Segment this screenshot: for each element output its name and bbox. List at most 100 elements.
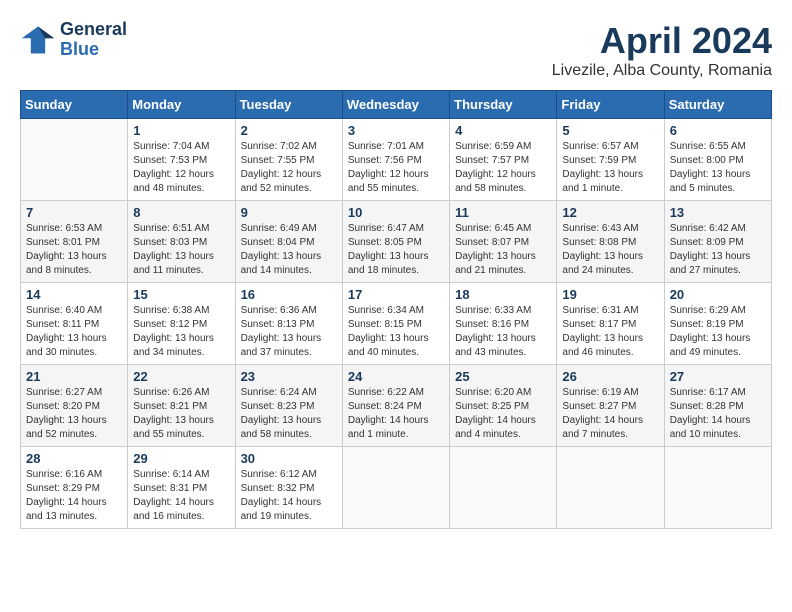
- day-number: 25: [455, 369, 551, 384]
- weekday-header-thursday: Thursday: [450, 91, 557, 119]
- calendar-cell: 2Sunrise: 7:02 AMSunset: 7:55 PMDaylight…: [235, 119, 342, 201]
- calendar-cell: 10 Sunrise: 6:47 AMSunset: 8:05 PMDayligh…: [342, 201, 449, 283]
- day-info: Sunrise: 6:22 AMSunset: 8:24 PMDaylight:…: [348, 386, 444, 442]
- day-number: 9: [241, 205, 337, 220]
- day-info: Sunrise: 6:31 AMSunset: 8:17 PMDaylight:…: [562, 304, 658, 360]
- day-number: 30: [241, 451, 337, 466]
- day-number: 3: [348, 123, 444, 138]
- calendar-cell: 8Sunrise: 6:51 AMSunset: 8:03 PMDaylight…: [128, 201, 235, 283]
- day-number: 24: [348, 369, 444, 384]
- calendar-cell: 6Sunrise: 6:55 AMSunset: 8:00 PMDaylight…: [664, 119, 771, 201]
- page-header: General Blue April 2024 Livezile, Alba C…: [20, 20, 772, 80]
- day-info: Sunrise: 7:02 AMSunset: 7:55 PMDaylight:…: [241, 140, 337, 196]
- day-info: Sunrise: 6:33 AMSunset: 8:16 PMDaylight:…: [455, 304, 551, 360]
- logo-text: General Blue: [60, 20, 127, 60]
- day-number: 23: [241, 369, 337, 384]
- calendar-cell: 9 Sunrise: 6:49 AMSunset: 8:04 PMDaylight…: [235, 201, 342, 283]
- calendar-cell: 16Sunrise: 6:36 AMSunset: 8:13 PMDayligh…: [235, 283, 342, 365]
- week-row-1: 1 Sunrise: 7:04 AMSunset: 7:53 PMDaylight…: [21, 119, 772, 201]
- logo-icon: [20, 22, 56, 58]
- day-info: Sunrise: 6:12 AMSunset: 8:32 PMDaylight:…: [241, 468, 337, 524]
- day-info: Sunrise: 6:47 AMSunset: 8:05 PMDaylight:…: [348, 222, 444, 278]
- day-number: 26: [562, 369, 658, 384]
- calendar-cell: 19Sunrise: 6:31 AMSunset: 8:17 PMDayligh…: [557, 283, 664, 365]
- logo: General Blue: [20, 20, 127, 60]
- day-number: 22: [133, 369, 229, 384]
- day-number: 29: [133, 451, 229, 466]
- calendar-cell: 21 Sunrise: 6:27 AMSunset: 8:20 PMDayligh…: [21, 365, 128, 447]
- day-number: 17: [348, 287, 444, 302]
- day-number: 13: [670, 205, 766, 220]
- day-info: Sunrise: 6:27 AMSunset: 8:20 PMDaylight:…: [26, 386, 122, 442]
- week-row-5: 28 Sunrise: 6:16 AMSunset: 8:29 PMDayligh…: [21, 447, 772, 529]
- calendar-cell: 18 Sunrise: 6:33 AMSunset: 8:16 PMDayligh…: [450, 283, 557, 365]
- weekday-header-friday: Friday: [557, 91, 664, 119]
- calendar-cell: 3 Sunrise: 7:01 AMSunset: 7:56 PMDaylight…: [342, 119, 449, 201]
- day-info: Sunrise: 6:43 AMSunset: 8:08 PMDaylight:…: [562, 222, 658, 278]
- day-info: Sunrise: 6:17 AMSunset: 8:28 PMDaylight:…: [670, 386, 766, 442]
- weekday-header-wednesday: Wednesday: [342, 91, 449, 119]
- day-info: Sunrise: 6:19 AMSunset: 8:27 PMDaylight:…: [562, 386, 658, 442]
- day-info: Sunrise: 6:49 AMSunset: 8:04 PMDaylight:…: [241, 222, 337, 278]
- calendar-cell: [664, 447, 771, 529]
- calendar-cell: 12 Sunrise: 6:43 AMSunset: 8:08 PMDayligh…: [557, 201, 664, 283]
- weekday-header-row: SundayMondayTuesdayWednesdayThursdayFrid…: [21, 91, 772, 119]
- month-title: April 2024: [552, 20, 772, 62]
- day-info: Sunrise: 6:14 AMSunset: 8:31 PMDaylight:…: [133, 468, 229, 524]
- day-number: 21: [26, 369, 122, 384]
- week-row-2: 7Sunrise: 6:53 AMSunset: 8:01 PMDaylight…: [21, 201, 772, 283]
- week-row-3: 14 Sunrise: 6:40 AMSunset: 8:11 PMDayligh…: [21, 283, 772, 365]
- location: Livezile, Alba County, Romania: [552, 62, 772, 80]
- day-info: Sunrise: 6:24 AMSunset: 8:23 PMDaylight:…: [241, 386, 337, 442]
- day-info: Sunrise: 7:01 AMSunset: 7:56 PMDaylight:…: [348, 140, 444, 196]
- day-number: 18: [455, 287, 551, 302]
- day-info: Sunrise: 7:04 AMSunset: 7:53 PMDaylight:…: [133, 140, 229, 196]
- day-info: Sunrise: 6:51 AMSunset: 8:03 PMDaylight:…: [133, 222, 229, 278]
- day-info: Sunrise: 6:45 AMSunset: 8:07 PMDaylight:…: [455, 222, 551, 278]
- day-number: 5: [562, 123, 658, 138]
- calendar-cell: 22 Sunrise: 6:26 AMSunset: 8:21 PMDayligh…: [128, 365, 235, 447]
- calendar-cell: 7Sunrise: 6:53 AMSunset: 8:01 PMDaylight…: [21, 201, 128, 283]
- day-info: Sunrise: 6:42 AMSunset: 8:09 PMDaylight:…: [670, 222, 766, 278]
- title-area: April 2024 Livezile, Alba County, Romani…: [552, 20, 772, 80]
- weekday-header-monday: Monday: [128, 91, 235, 119]
- day-number: 1: [133, 123, 229, 138]
- calendar-cell: 11Sunrise: 6:45 AMSunset: 8:07 PMDayligh…: [450, 201, 557, 283]
- day-number: 10: [348, 205, 444, 220]
- day-number: 12: [562, 205, 658, 220]
- calendar-cell: [342, 447, 449, 529]
- day-info: Sunrise: 6:40 AMSunset: 8:11 PMDaylight:…: [26, 304, 122, 360]
- weekday-header-sunday: Sunday: [21, 91, 128, 119]
- calendar-cell: 20Sunrise: 6:29 AMSunset: 8:19 PMDayligh…: [664, 283, 771, 365]
- weekday-header-saturday: Saturday: [664, 91, 771, 119]
- weekday-header-tuesday: Tuesday: [235, 91, 342, 119]
- day-number: 15: [133, 287, 229, 302]
- day-number: 28: [26, 451, 122, 466]
- day-info: Sunrise: 6:59 AMSunset: 7:57 PMDaylight:…: [455, 140, 551, 196]
- calendar-cell: 1 Sunrise: 7:04 AMSunset: 7:53 PMDaylight…: [128, 119, 235, 201]
- calendar-cell: 29 Sunrise: 6:14 AMSunset: 8:31 PMDayligh…: [128, 447, 235, 529]
- calendar-cell: 17Sunrise: 6:34 AMSunset: 8:15 PMDayligh…: [342, 283, 449, 365]
- calendar-cell: [21, 119, 128, 201]
- day-number: 16: [241, 287, 337, 302]
- calendar-cell: 30 Sunrise: 6:12 AMSunset: 8:32 PMDayligh…: [235, 447, 342, 529]
- day-number: 4: [455, 123, 551, 138]
- week-row-4: 21 Sunrise: 6:27 AMSunset: 8:20 PMDayligh…: [21, 365, 772, 447]
- calendar-cell: 4 Sunrise: 6:59 AMSunset: 7:57 PMDaylight…: [450, 119, 557, 201]
- calendar-cell: 15 Sunrise: 6:38 AMSunset: 8:12 PMDayligh…: [128, 283, 235, 365]
- calendar-cell: 23 Sunrise: 6:24 AMSunset: 8:23 PMDayligh…: [235, 365, 342, 447]
- calendar-cell: [450, 447, 557, 529]
- calendar-cell: 14 Sunrise: 6:40 AMSunset: 8:11 PMDayligh…: [21, 283, 128, 365]
- calendar-table: SundayMondayTuesdayWednesdayThursdayFrid…: [20, 90, 772, 529]
- day-info: Sunrise: 6:26 AMSunset: 8:21 PMDaylight:…: [133, 386, 229, 442]
- day-info: Sunrise: 6:38 AMSunset: 8:12 PMDaylight:…: [133, 304, 229, 360]
- day-info: Sunrise: 6:16 AMSunset: 8:29 PMDaylight:…: [26, 468, 122, 524]
- day-number: 27: [670, 369, 766, 384]
- calendar-cell: 26 Sunrise: 6:19 AMSunset: 8:27 PMDayligh…: [557, 365, 664, 447]
- calendar-cell: [557, 447, 664, 529]
- day-info: Sunrise: 6:53 AMSunset: 8:01 PMDaylight:…: [26, 222, 122, 278]
- day-number: 14: [26, 287, 122, 302]
- day-info: Sunrise: 6:29 AMSunset: 8:19 PMDaylight:…: [670, 304, 766, 360]
- calendar-cell: 25Sunrise: 6:20 AMSunset: 8:25 PMDayligh…: [450, 365, 557, 447]
- day-number: 6: [670, 123, 766, 138]
